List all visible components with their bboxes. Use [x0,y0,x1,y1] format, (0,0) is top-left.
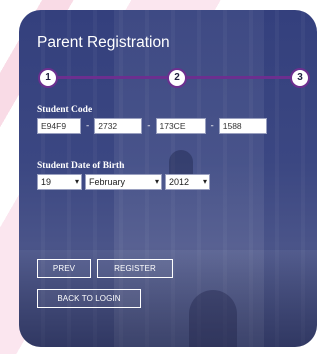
code-separator: - [147,121,151,131]
dob-day-value: 19 [41,177,52,187]
chevron-down-icon: ▾ [74,177,79,186]
register-button[interactable]: REGISTER [97,259,173,278]
registration-panel: Parent Registration 1 2 3 Student Code E… [19,10,317,347]
dob-year-value: 2012 [169,177,190,187]
student-code-part-4[interactable]: 1588 [218,118,267,134]
step-2-badge: 2 [167,68,187,88]
student-code-group: E94F9 - 2732 - 173CE - 1588 [37,118,267,134]
page-title: Parent Registration [37,34,170,51]
step-1-badge: 1 [38,68,58,88]
student-code-part-2[interactable]: 2732 [94,118,143,134]
code-separator: - [210,121,214,131]
chevron-down-icon: ▾ [202,177,207,186]
background-arch [189,290,237,347]
step-indicator: 1 2 3 [38,68,314,88]
code-separator: - [86,121,90,131]
chevron-down-icon: ▾ [154,177,159,186]
back-to-login-button[interactable]: BACK TO LOGIN [37,289,141,308]
student-code-part-3[interactable]: 173CE [155,118,206,134]
dob-day-select[interactable]: 19 ▾ [37,174,82,190]
student-code-part-1[interactable]: E94F9 [37,118,81,134]
student-code-label: Student Code [37,105,93,115]
dob-group: 19 ▾ February ▾ 2012 ▾ [37,174,210,190]
prev-button[interactable]: PREV [37,259,91,278]
step-3-badge: 3 [290,68,310,88]
dob-label: Student Date of Birth [37,161,125,171]
dob-year-select[interactable]: 2012 ▾ [165,174,210,190]
dob-month-value: February [89,177,126,187]
dob-month-select[interactable]: February ▾ [85,174,162,190]
